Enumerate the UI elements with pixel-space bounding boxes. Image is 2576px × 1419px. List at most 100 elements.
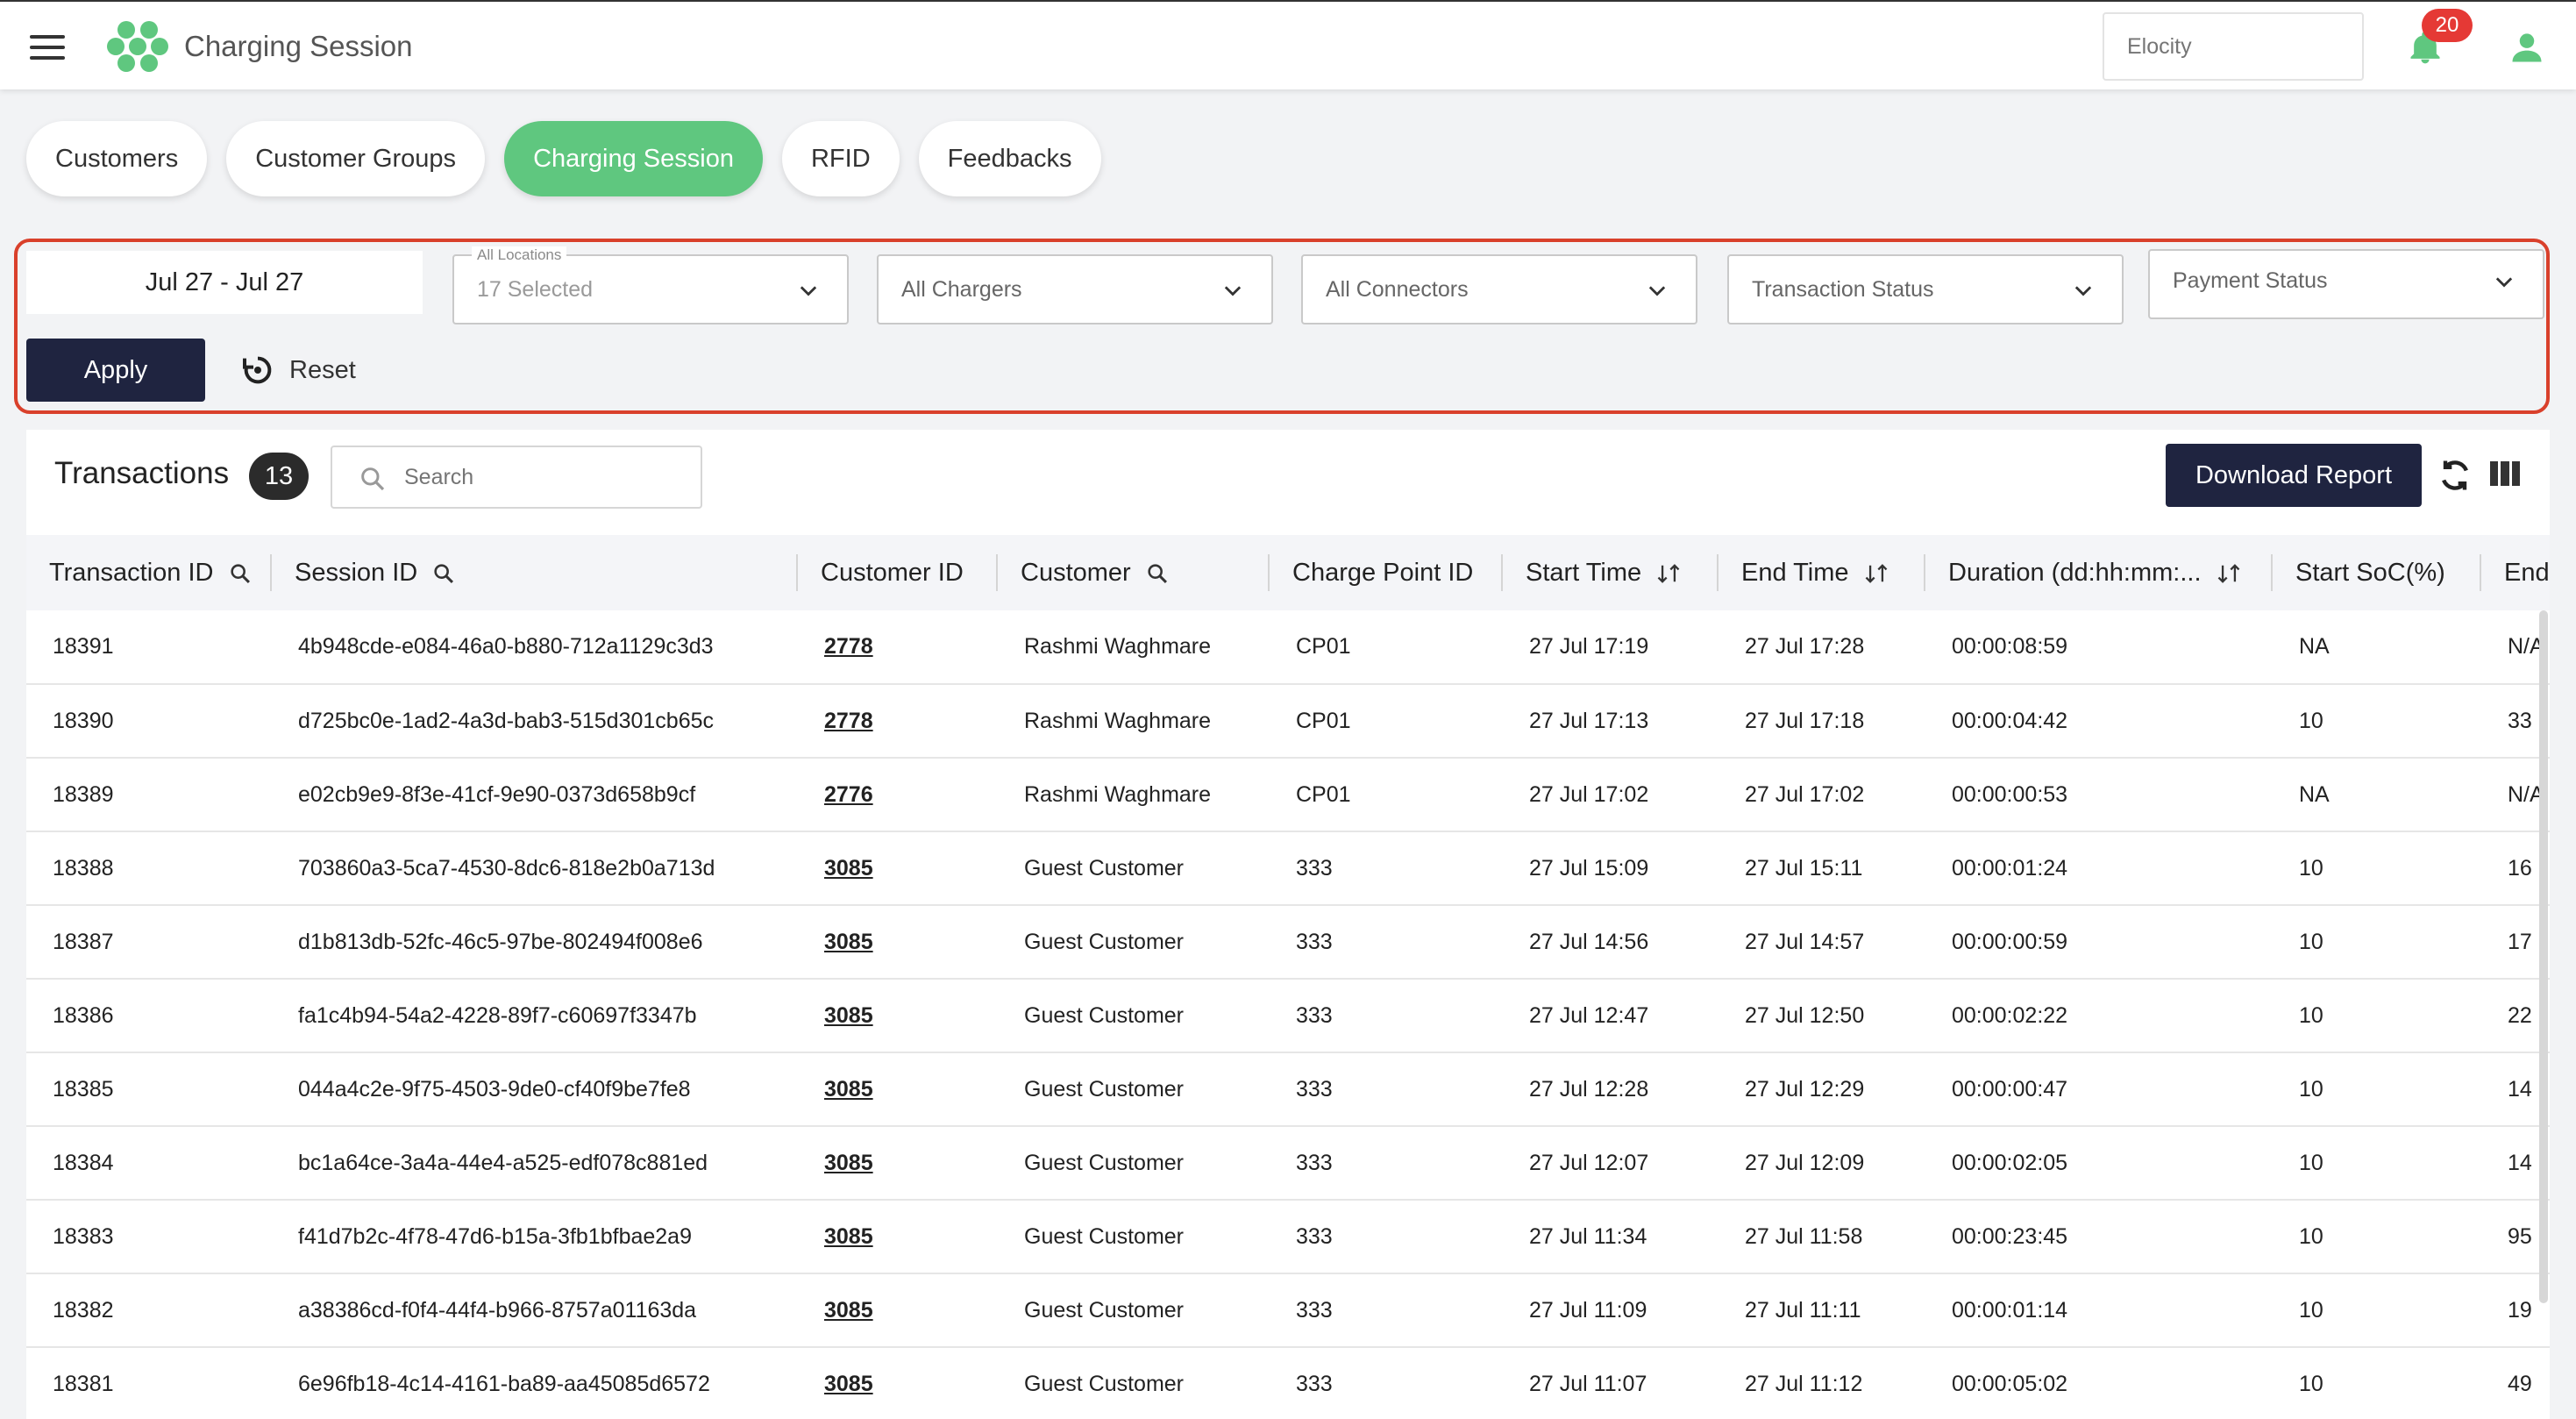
start-soc-cell: 10 — [2273, 905, 2481, 980]
download-report-button[interactable]: Download Report — [2166, 444, 2422, 507]
top-bar: Charging Session 20 — [0, 0, 2576, 89]
date-range-picker[interactable]: Jul 27 - Jul 27 — [26, 251, 423, 314]
apply-button[interactable]: Apply — [26, 339, 205, 402]
transactions-table: Transaction ID Session ID Customer ID Cu… — [26, 535, 2550, 1419]
charge-point-id-cell: 333 — [1270, 1200, 1503, 1274]
customer-id-link[interactable]: 3085 — [824, 1151, 873, 1175]
payment-status-value: Payment Status — [2173, 268, 2328, 293]
session-id-cell: d1b813db-52fc-46c5-97be-802494f008e6 — [272, 905, 798, 980]
session-id-cell: a38386cd-f0f4-44f4-b966-8757a01163da — [272, 1273, 798, 1348]
customer-id-cell: 3085 — [798, 979, 998, 1053]
sort-icon[interactable] — [1655, 561, 1682, 586]
table-row[interactable]: 18388 703860a3-5ca7-4530-8dc6-818e2b0a713… — [26, 831, 2550, 906]
column-header-transaction-id[interactable]: Transaction ID — [26, 535, 272, 610]
organization-input[interactable] — [2103, 12, 2364, 81]
duration-cell: 00:00:08:59 — [1925, 610, 2273, 685]
table-row[interactable]: 18382 a38386cd-f0f4-44f4-b966-8757a01163d… — [26, 1273, 2550, 1348]
transaction-id-cell: 18385 — [26, 1052, 272, 1127]
search-icon[interactable] — [1145, 561, 1170, 586]
table-scrollbar[interactable] — [2539, 610, 2548, 1303]
search-input[interactable] — [404, 447, 685, 507]
start-time-cell: 27 Jul 12:28 — [1503, 1052, 1719, 1127]
search-icon[interactable] — [228, 561, 253, 586]
column-header-end-soc[interactable]: End — [2481, 535, 2550, 610]
customer-id-link[interactable]: 2776 — [824, 782, 873, 807]
column-header-start-soc[interactable]: Start SoC(%) — [2273, 535, 2481, 610]
start-soc-cell: 10 — [2273, 1126, 2481, 1201]
tab-customers[interactable]: Customers — [26, 121, 208, 196]
column-header-session-id[interactable]: Session ID — [272, 535, 798, 610]
user-profile-icon[interactable] — [2508, 28, 2546, 67]
column-header-customer[interactable]: Customer — [998, 535, 1270, 610]
customer-id-link[interactable]: 3085 — [824, 1003, 873, 1028]
customer-id-cell: 3085 — [798, 1126, 998, 1201]
notification-count-badge: 20 — [2422, 9, 2473, 42]
chargers-dropdown[interactable]: All Chargers — [877, 254, 1273, 324]
column-header-customer-id[interactable]: Customer ID — [798, 535, 998, 610]
column-header-charge-point-id[interactable]: Charge Point ID — [1270, 535, 1503, 610]
table-row[interactable]: 18384 bc1a64ce-3a4a-44e4-a525-edf078c881e… — [26, 1126, 2550, 1201]
customer-id-link[interactable]: 3085 — [824, 856, 873, 881]
duration-cell: 00:00:23:45 — [1925, 1200, 2273, 1274]
locations-dropdown[interactable]: All Locations 17 Selected — [452, 246, 849, 324]
connectors-dropdown[interactable]: All Connectors — [1301, 254, 1697, 324]
sort-icon[interactable] — [2216, 561, 2242, 586]
customer-id-link[interactable]: 3085 — [824, 1224, 873, 1249]
search-box[interactable] — [331, 446, 702, 509]
customer-id-link[interactable]: 3085 — [824, 1372, 873, 1396]
session-id-cell: 044a4c2e-9f75-4503-9de0-cf40f9be7fe8 — [272, 1052, 798, 1127]
start-soc-cell: NA — [2273, 610, 2481, 685]
search-icon[interactable] — [431, 561, 456, 586]
column-header-end-time[interactable]: End Time — [1719, 535, 1925, 610]
tab-customer-groups[interactable]: Customer Groups — [226, 121, 486, 196]
table-row[interactable]: 18381 6e96fb18-4c14-4161-ba89-aa45085d657… — [26, 1347, 2550, 1419]
chevron-down-icon — [2495, 277, 2513, 288]
customer-id-link[interactable]: 3085 — [824, 930, 873, 954]
refresh-icon[interactable] — [2436, 456, 2474, 495]
chargers-value: All Chargers — [901, 277, 1022, 302]
session-id-cell: 6e96fb18-4c14-4161-ba89-aa45085d6572 — [272, 1347, 798, 1419]
table-row[interactable]: 18389 e02cb9e9-8f3e-41cf-9e90-0373d658b9c… — [26, 758, 2550, 832]
start-time-cell: 27 Jul 12:47 — [1503, 979, 1719, 1053]
table-row[interactable]: 18385 044a4c2e-9f75-4503-9de0-cf40f9be7fe… — [26, 1052, 2550, 1127]
customer-id-cell: 3085 — [798, 1200, 998, 1274]
column-header-start-time[interactable]: Start Time — [1503, 535, 1719, 610]
customer-name-cell: Guest Customer — [998, 905, 1270, 980]
customer-name-cell: Guest Customer — [998, 979, 1270, 1053]
end-time-cell: 27 Jul 12:29 — [1719, 1052, 1925, 1127]
tab-rfid[interactable]: RFID — [781, 121, 900, 196]
table-row[interactable]: 18387 d1b813db-52fc-46c5-97be-802494f008e… — [26, 905, 2550, 980]
column-header-duration[interactable]: Duration (dd:hh:mm:... — [1925, 535, 2273, 610]
transaction-status-dropdown[interactable]: Transaction Status — [1727, 254, 2124, 324]
customer-id-cell: 3085 — [798, 1052, 998, 1127]
customer-id-link[interactable]: 2778 — [824, 634, 873, 659]
customer-id-link[interactable]: 2778 — [824, 709, 873, 733]
duration-cell: 00:00:01:24 — [1925, 831, 2273, 906]
table-row[interactable]: 18391 4b948cde-e084-46a0-b880-712a1129c3d… — [26, 610, 2550, 685]
start-soc-cell: 10 — [2273, 684, 2481, 759]
column-settings-icon[interactable] — [2490, 461, 2520, 486]
payment-status-dropdown[interactable]: Payment Status — [2148, 249, 2544, 319]
transaction-id-cell: 18391 — [26, 610, 272, 685]
end-time-cell: 27 Jul 14:57 — [1719, 905, 1925, 980]
transaction-status-value: Transaction Status — [1752, 277, 1934, 302]
chevron-down-icon — [1648, 286, 1666, 296]
transaction-id-cell: 18388 — [26, 831, 272, 906]
hamburger-menu-icon[interactable] — [30, 35, 65, 60]
customer-name-cell: Guest Customer — [998, 1347, 1270, 1419]
table-row[interactable]: 18383 f41d7b2c-4f78-47d6-b15a-3fb1bfbae2a… — [26, 1200, 2550, 1274]
tab-feedbacks[interactable]: Feedbacks — [918, 121, 1101, 196]
customer-id-link[interactable]: 3085 — [824, 1077, 873, 1102]
reset-button[interactable]: Reset — [240, 349, 356, 391]
app-logo-icon — [107, 21, 168, 72]
section-tabs: Customers Customer Groups Charging Sessi… — [26, 121, 1101, 196]
table-row[interactable]: 18386 fa1c4b94-54a2-4228-89f7-c60697f3347… — [26, 979, 2550, 1053]
table-row[interactable]: 18390 d725bc0e-1ad2-4a3d-bab3-515d301cb65… — [26, 684, 2550, 759]
customer-id-link[interactable]: 3085 — [824, 1298, 873, 1323]
charge-point-id-cell: 333 — [1270, 905, 1503, 980]
customer-id-cell: 2776 — [798, 758, 998, 832]
chevron-down-icon — [2074, 286, 2092, 296]
transaction-id-cell: 18381 — [26, 1347, 272, 1419]
tab-charging-session[interactable]: Charging Session — [504, 121, 763, 196]
sort-icon[interactable] — [1863, 561, 1889, 586]
